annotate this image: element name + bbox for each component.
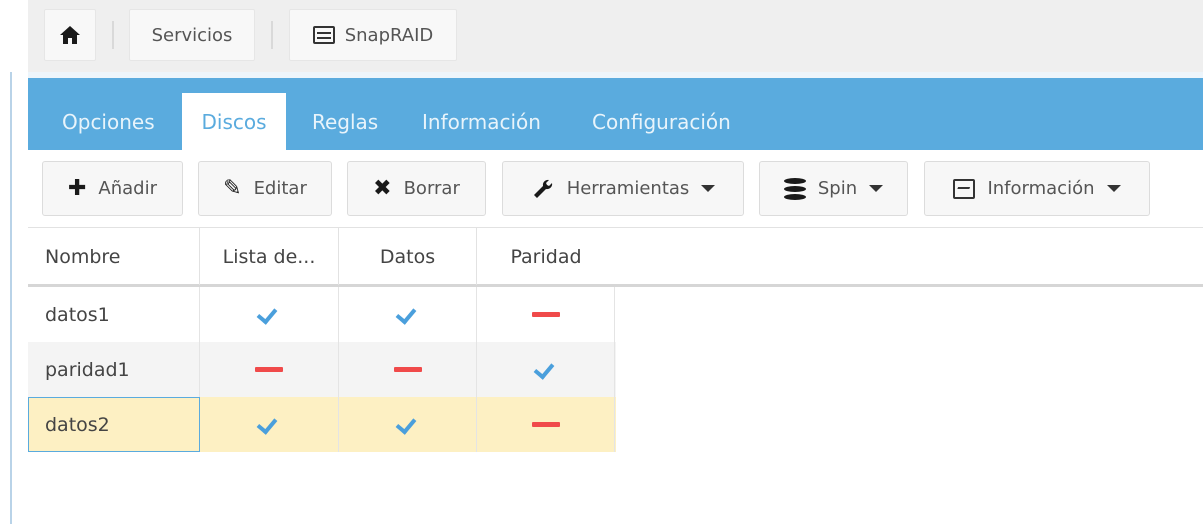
info-dropdown-button[interactable]: Información bbox=[924, 161, 1150, 216]
parity-flag-cell bbox=[477, 287, 615, 342]
check-icon bbox=[258, 308, 280, 322]
dash-icon bbox=[393, 367, 422, 372]
breadcrumb-servicios-label: Servicios bbox=[151, 24, 233, 46]
dash-icon bbox=[255, 367, 283, 372]
breadcrumb: Servicios SnapRAID bbox=[28, 0, 1203, 72]
spin-dropdown-button[interactable]: Spin bbox=[759, 161, 908, 216]
chevron-down-icon bbox=[1106, 185, 1121, 192]
dash-icon bbox=[531, 312, 560, 317]
column-header-datos[interactable]: Datos bbox=[339, 228, 477, 285]
breadcrumb-snapraid[interactable]: SnapRAID bbox=[289, 9, 457, 61]
wrench-icon bbox=[533, 179, 552, 198]
plus-icon: ✚ bbox=[67, 176, 87, 201]
home-icon bbox=[60, 26, 80, 44]
pencil-icon: ✎ bbox=[223, 176, 242, 201]
tab-opciones[interactable]: Opciones bbox=[44, 93, 173, 150]
chevron-down-icon bbox=[701, 185, 716, 192]
breadcrumb-separator bbox=[112, 21, 114, 49]
parity-flag-cell bbox=[477, 397, 615, 452]
disk-name-cell: datos1 bbox=[28, 287, 200, 342]
database-icon bbox=[783, 177, 806, 200]
tab-informacion[interactable]: Información bbox=[404, 93, 559, 150]
page: Servicios SnapRAID Opciones Discos Regla… bbox=[0, 0, 1203, 524]
check-icon bbox=[397, 418, 419, 432]
add-button[interactable]: ✚ Añadir bbox=[42, 161, 183, 216]
tab-discos[interactable]: Discos bbox=[182, 93, 286, 150]
dash-icon bbox=[531, 422, 560, 427]
parity-flag-cell bbox=[477, 342, 615, 397]
activity-chart-icon bbox=[953, 178, 976, 199]
add-button-label: Añadir bbox=[98, 178, 158, 199]
tab-reglas[interactable]: Reglas bbox=[294, 93, 396, 150]
column-header-content[interactable]: Lista de... bbox=[200, 228, 339, 285]
tools-dropdown-button[interactable]: Herramientas bbox=[502, 161, 744, 216]
tab-configuracion[interactable]: Configuración bbox=[574, 93, 749, 150]
edit-button[interactable]: ✎ Editar bbox=[198, 161, 332, 216]
disk-name-cell: datos2 bbox=[28, 397, 200, 452]
disks-grid: Nombre Lista de... Datos Paridad datos1 p… bbox=[28, 227, 1203, 452]
column-header-nombre[interactable]: Nombre bbox=[28, 228, 200, 285]
tools-button-label: Herramientas bbox=[566, 178, 690, 199]
check-icon bbox=[397, 308, 419, 322]
toolbar: ✚ Añadir ✎ Editar ✖ Borrar Herramientas … bbox=[28, 150, 1203, 227]
grid-body: datos1 paridad1 datos2 bbox=[28, 287, 1203, 452]
table-row[interactable]: paridad1 bbox=[28, 342, 616, 397]
disk-name-cell: paridad1 bbox=[28, 342, 200, 397]
check-icon bbox=[535, 363, 557, 377]
breadcrumb-separator bbox=[271, 21, 273, 49]
column-header-paridad[interactable]: Paridad bbox=[477, 228, 615, 285]
chevron-down-icon bbox=[869, 185, 884, 192]
tab-bar: Opciones Discos Reglas Información Confi… bbox=[28, 72, 1203, 150]
data-flag-cell bbox=[339, 287, 477, 342]
data-flag-cell bbox=[339, 342, 477, 397]
breadcrumb-home[interactable] bbox=[44, 9, 96, 61]
close-icon: ✖ bbox=[373, 176, 392, 201]
check-icon bbox=[258, 418, 280, 432]
spin-button-label: Spin bbox=[817, 178, 858, 199]
content-flag-cell bbox=[200, 287, 339, 342]
table-row[interactable]: datos2 bbox=[28, 397, 616, 452]
info-button-label: Información bbox=[987, 178, 1095, 199]
panel-edge bbox=[10, 72, 12, 524]
content-flag-cell bbox=[200, 342, 339, 397]
disk-array-icon bbox=[312, 26, 335, 44]
content-flag-cell bbox=[200, 397, 339, 452]
edit-button-label: Editar bbox=[253, 178, 307, 199]
table-row[interactable]: datos1 bbox=[28, 287, 616, 342]
breadcrumb-servicios[interactable]: Servicios bbox=[129, 9, 255, 61]
delete-button-label: Borrar bbox=[403, 178, 460, 199]
delete-button[interactable]: ✖ Borrar bbox=[347, 161, 486, 216]
breadcrumb-snapraid-label: SnapRAID bbox=[344, 24, 434, 46]
data-flag-cell bbox=[339, 397, 477, 452]
grid-header: Nombre Lista de... Datos Paridad bbox=[28, 227, 1203, 287]
